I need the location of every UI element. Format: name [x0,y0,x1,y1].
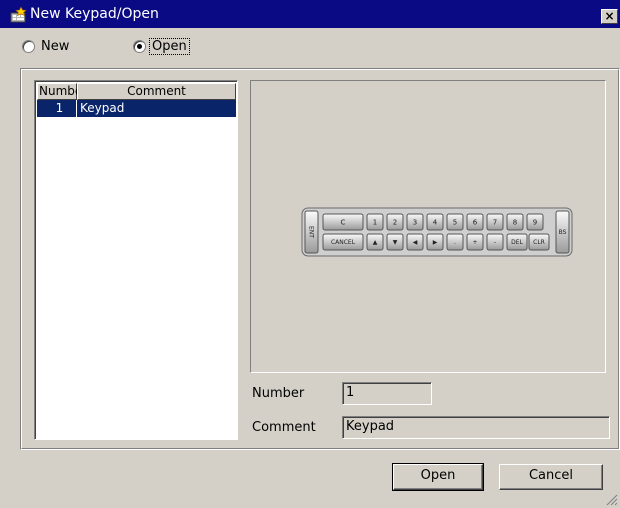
comment-field: Keypad [342,416,610,439]
keypad-list[interactable]: Number Comment 1 Keypad [34,80,238,440]
radio-open[interactable]: Open [133,36,190,56]
title-bar[interactable]: New Keypad/Open × [0,0,620,28]
number-field: 1 [342,382,432,405]
column-header-number[interactable]: Number [37,83,87,100]
close-button[interactable]: × [601,9,618,24]
radio-label-new: New [41,38,70,54]
keypad-key-bottom-8-label: DEL [511,239,523,246]
keypad-key-top-2-label: 2 [393,218,397,226]
dialog-window: New Keypad/Open × New Open Number Commen… [0,0,620,508]
keypad-key-bottom-1-label: ▲ [373,239,378,246]
keypad-key-bottom-3-label: ◀ [413,239,418,246]
keypad-key-top-8-label: 8 [513,218,517,226]
app-icon [10,6,27,23]
window-title: New Keypad/Open [30,6,159,22]
keypad-key-top-5-label: 5 [453,218,457,226]
cancel-button[interactable]: Cancel [499,464,603,490]
keypad-key-bottom-9-label: CLR [533,239,545,246]
keypad-key-bottom-6-label: + [472,239,477,246]
keypad-key-top-6-label: 6 [473,218,478,226]
resize-grip-icon[interactable] [604,492,618,506]
keypad-key-bs-label: BS [559,229,567,236]
keypad-key-top-1-label: 1 [373,218,377,226]
keypad-key-bottom-7-label: - [494,239,496,246]
radio-circle-open[interactable] [133,39,146,53]
content-group: Number Comment 1 Keypad ENT BS C 1 2 3 4… [20,68,620,450]
keypad-key-bottom-0-label: CANCEL [331,239,356,246]
keypad-key-top-7-label: 7 [493,218,497,226]
keypad-graphic: ENT BS C 1 2 3 4 5 6 7 8 9 CANCEL ▲ ▼ ◀ ▶. + - DEL CLR [301,207,573,257]
keypad-key-top-9-label: 9 [533,218,537,226]
list-header: Number Comment [37,83,236,100]
column-header-comment[interactable]: Comment [77,83,236,100]
keypad-key-bottom-5-label: . [454,239,456,246]
row-number: 1 [37,100,77,117]
comment-label: Comment [252,420,316,435]
keypad-key-top-0-label: C [341,218,346,226]
radio-label-open: Open [149,37,190,55]
keypad-key-ent-label: ENT [308,226,315,238]
radio-new[interactable]: New [22,36,69,56]
keypad-key-bottom-2-label: ▼ [393,239,398,246]
row-comment: Keypad [80,101,125,115]
keypad-key-top-3-label: 3 [413,218,417,226]
keypad-preview: ENT BS C 1 2 3 4 5 6 7 8 9 CANCEL ▲ ▼ ◀ ▶. + - DEL CLR [250,80,606,373]
keypad-key-bottom-4-label: ▶ [433,239,438,246]
open-button[interactable]: Open [392,463,484,491]
radio-circle-new[interactable] [22,39,35,53]
list-row-selected[interactable]: 1 Keypad [37,100,236,117]
keypad-key-top-4-label: 4 [433,218,438,226]
number-label: Number [252,386,305,401]
